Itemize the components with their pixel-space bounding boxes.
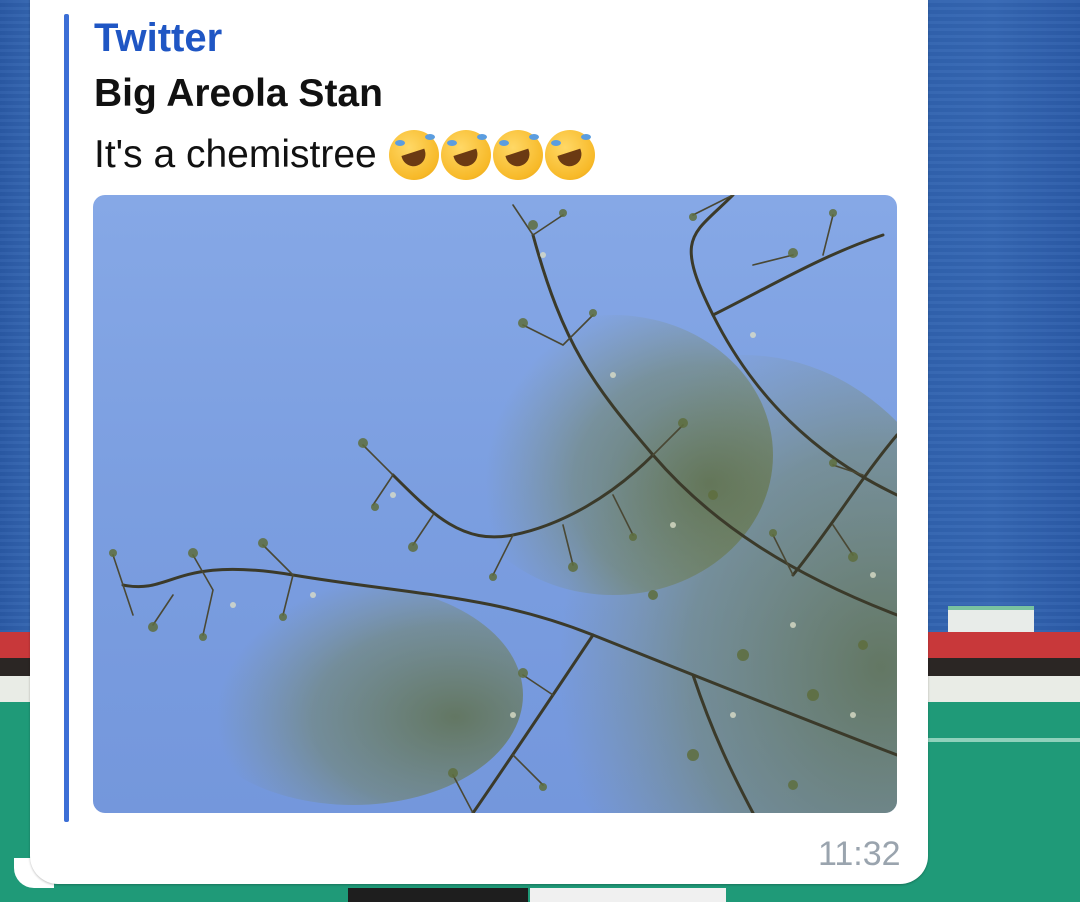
laughing-emoji-icon <box>544 130 595 180</box>
emoji-group <box>388 130 595 180</box>
laughing-emoji-icon <box>492 130 543 180</box>
link-preview-image[interactable] <box>93 195 897 813</box>
wallpaper-sign <box>948 606 1034 632</box>
tree-branches-illustration <box>109 195 897 813</box>
link-preview-site-name[interactable]: Twitter <box>94 14 222 62</box>
wallpaper-bottom-light <box>530 888 726 902</box>
message-timestamp: 11:32 <box>818 835 901 873</box>
wallpaper-floor-line <box>928 738 1080 742</box>
link-preview-text: It's a chemistree <box>94 133 377 176</box>
link-preview-author: Big Areola Stan <box>94 72 383 115</box>
wallpaper-bottom-dark <box>348 888 528 902</box>
link-preview-accent-bar <box>64 14 69 822</box>
link-preview-text-row: It's a chemistree <box>94 130 595 180</box>
laughing-emoji-icon <box>388 130 439 180</box>
laughing-emoji-icon <box>440 130 491 180</box>
